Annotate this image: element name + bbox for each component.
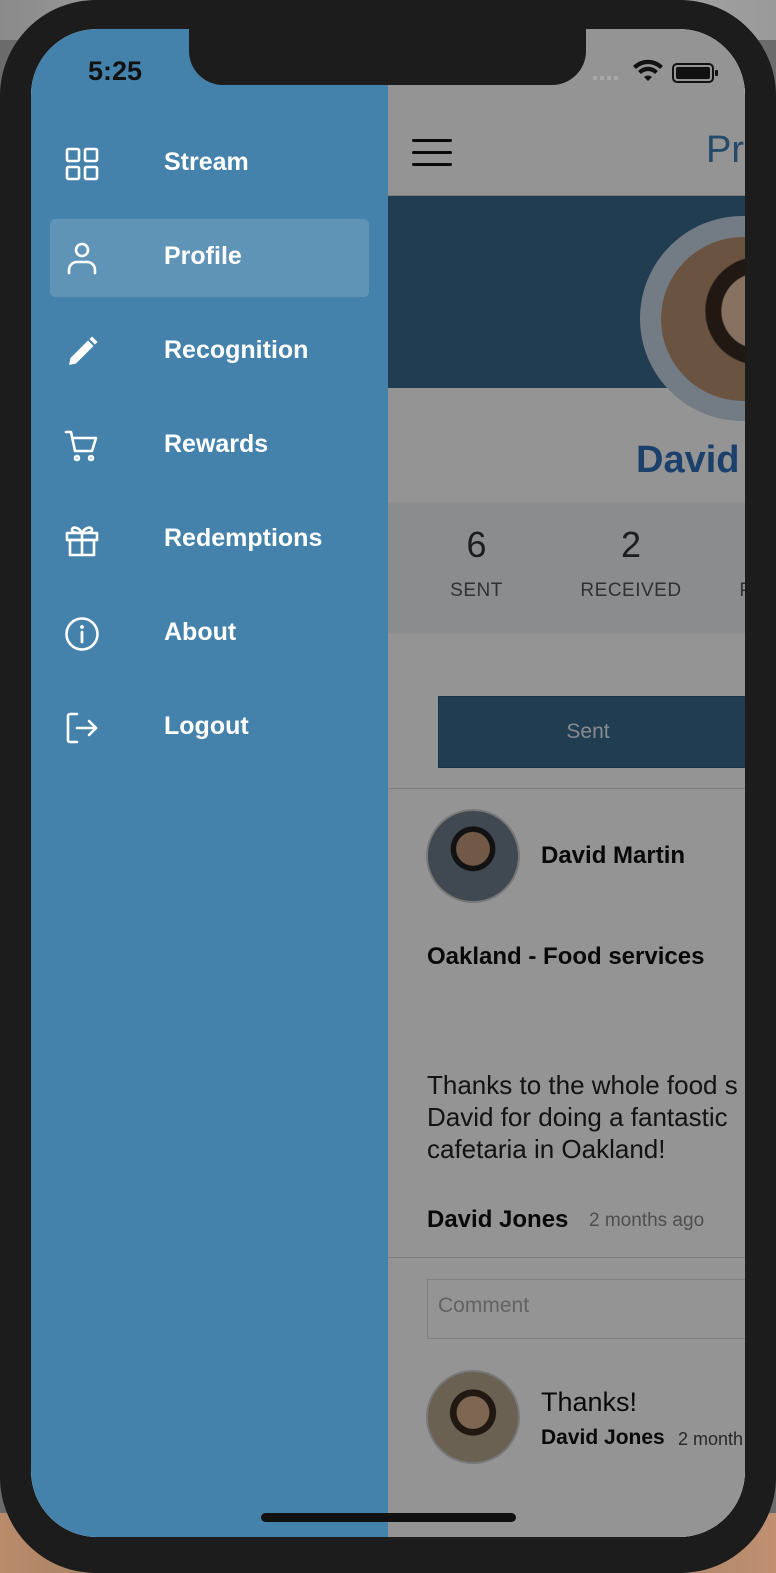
reply-text: Thanks! xyxy=(541,1387,638,1417)
comment-input[interactable]: Comment xyxy=(427,1279,745,1339)
drawer-item-label: Rewards xyxy=(164,430,269,458)
reply-time: 2 month xyxy=(678,1429,744,1449)
post-message: Thanks to the whole food s David for doi… xyxy=(427,1069,745,1165)
post-time: 2 months ago xyxy=(589,1210,705,1231)
logout-icon xyxy=(66,712,98,744)
pencil-icon xyxy=(69,336,98,365)
stat-received-value: 2 xyxy=(620,524,642,565)
drawer-item-recognition[interactable]: Recognition xyxy=(50,313,369,391)
phone-frame: Pro David 6 SENT 2 RECEIVED P xyxy=(0,0,776,1573)
status-time: 5:25 xyxy=(88,56,143,86)
divider xyxy=(388,1257,745,1258)
tab-sent[interactable]: Sent xyxy=(438,696,745,768)
side-drawer: Stream Profile Recognition Rewards Redem… xyxy=(31,29,388,1537)
wifi-icon xyxy=(633,59,663,81)
nav-title: Pro xyxy=(706,129,745,171)
reply-avatar xyxy=(426,1370,520,1464)
user-icon xyxy=(67,242,97,275)
drawer-item-logout[interactable]: Logout xyxy=(50,689,369,767)
profile-name: David xyxy=(636,439,740,481)
stat-sent-label: SENT xyxy=(450,580,503,601)
signal-icon xyxy=(593,76,618,80)
profile-page: Pro David 6 SENT 2 RECEIVED P xyxy=(388,29,745,1537)
stat-points[interactable]: P xyxy=(731,524,745,602)
drawer-item-profile[interactable]: Profile xyxy=(50,219,369,297)
stat-received[interactable]: 2 RECEIVED xyxy=(566,524,696,602)
drawer-item-label: Profile xyxy=(164,242,242,270)
reply-author[interactable]: David Jones xyxy=(541,1426,665,1450)
message-line: David for doing a fantastic xyxy=(427,1102,728,1132)
drawer-item-redemptions[interactable]: Redemptions xyxy=(50,501,369,579)
drawer-item-label: Logout xyxy=(164,712,249,740)
battery-icon xyxy=(672,63,718,83)
drawer-item-rewards[interactable]: Rewards xyxy=(50,407,369,485)
stats-panel: 6 SENT 2 RECEIVED P xyxy=(388,502,745,634)
drawer-item-about[interactable]: About xyxy=(50,595,369,673)
drawer-item-stream[interactable]: Stream xyxy=(50,125,369,203)
post-author[interactable]: David Jones xyxy=(427,1206,568,1234)
grid-icon xyxy=(65,147,99,181)
drawer-item-label: Recognition xyxy=(164,336,309,364)
cart-icon xyxy=(64,430,98,462)
message-line: cafetaria in Oakland! xyxy=(427,1134,666,1164)
home-indicator[interactable] xyxy=(261,1513,516,1522)
stat-points-value xyxy=(731,524,745,566)
info-icon xyxy=(65,617,99,651)
notch xyxy=(189,29,586,85)
recipient-avatar xyxy=(426,809,520,903)
stat-points-label: P xyxy=(731,580,745,602)
screen: Pro David 6 SENT 2 RECEIVED P xyxy=(31,29,745,1537)
gift-icon xyxy=(65,526,99,557)
drawer-item-label: Redemptions xyxy=(164,524,323,552)
drawer-item-label: About xyxy=(164,618,237,646)
stat-sent[interactable]: 6 SENT xyxy=(434,524,519,602)
hamburger-menu-icon[interactable] xyxy=(412,139,452,169)
drawer-item-label: Stream xyxy=(164,148,249,176)
message-line: Thanks to the whole food s xyxy=(427,1070,738,1100)
divider xyxy=(388,788,745,789)
navigation-bar: Pro xyxy=(388,85,745,196)
stat-sent-value: 6 xyxy=(466,524,487,565)
stat-received-label: RECEIVED xyxy=(580,580,682,601)
post-location: Oakland - Food services xyxy=(427,943,705,970)
recipient-name[interactable]: David Martin xyxy=(541,842,685,870)
status-indicators xyxy=(593,59,718,83)
